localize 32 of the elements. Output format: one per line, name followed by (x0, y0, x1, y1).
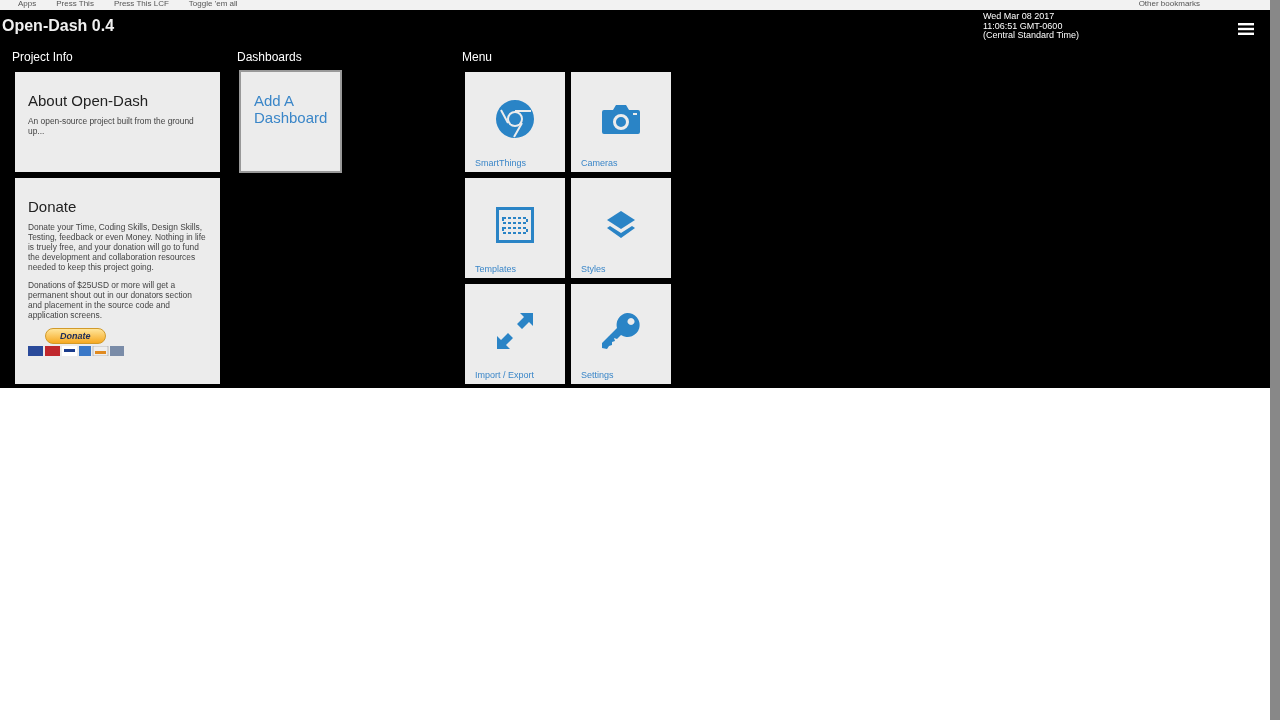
bookmark-link[interactable]: Other bookmarks (1138, 0, 1200, 10)
menu-icon[interactable] (1238, 23, 1254, 35)
payment-cards-icon (28, 346, 124, 356)
key-icon (601, 311, 641, 351)
datetime-text: Wed Mar 08 2017 (983, 12, 1056, 22)
menu-tile[interactable]: Styles (571, 178, 671, 278)
bookmark-link[interactable]: Press This (56, 0, 94, 10)
menu-tile[interactable]: Templates (465, 178, 565, 278)
datetime-text: 11:06:51 GMT-0600 (983, 21, 1064, 31)
expand-arrows-icon (496, 312, 534, 350)
bookmark-link[interactable]: Press This LCF (113, 0, 169, 10)
card-text: Donations of $25USD or more will get a permanent shout out in our donators section and placement in the source code and application screens. (28, 280, 193, 320)
donate-button[interactable]: Donate (45, 328, 106, 344)
about-card[interactable]: About Open-Dash An open-source project built from the ground up... (15, 72, 220, 172)
template-icon (496, 207, 534, 243)
section-heading: Project Info (12, 50, 74, 64)
menu-tile[interactable]: Settings (571, 284, 671, 384)
card-text: Donate your Time, Coding Skills, Design Skills, Testing, feedback or even Money. Nothing in life is truely free, and your donation will go to fund the development and collaboration resources needed to keep this project going. (28, 222, 207, 272)
bookmark-link[interactable]: Apps (18, 0, 37, 10)
menu-tile[interactable]: Import / Export (465, 284, 565, 384)
section-heading: Dashboards (237, 50, 303, 64)
chrome-icon (495, 99, 535, 139)
datetime-text: (Central Standard Time) (983, 31, 1081, 41)
bookmark-link[interactable]: Toggle 'em all (188, 0, 238, 10)
camera-icon (602, 104, 640, 134)
card-title: Donate (28, 198, 78, 215)
layers-icon (606, 210, 636, 240)
section-heading: Menu (462, 50, 494, 64)
menu-tile[interactable]: Cameras (571, 72, 671, 172)
card-text: An open-source project built from the ground up... (28, 116, 195, 136)
card-title: About Open-Dash (28, 92, 150, 109)
app-title: Open-Dash 0.4 (2, 17, 115, 35)
